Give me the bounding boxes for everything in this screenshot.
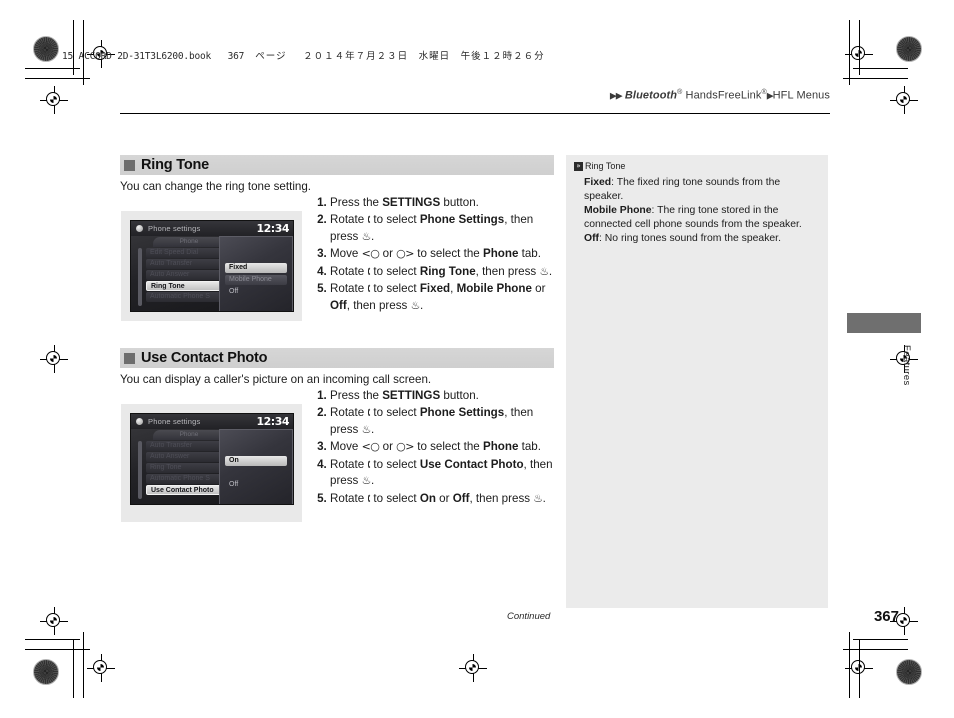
- step-item: Move <○ or ○> to select the Phone tab.: [330, 439, 562, 455]
- breadcrumb-hfl: HandsFreeLink: [682, 89, 762, 102]
- print-page-num: 367: [227, 51, 245, 62]
- print-info-line: 15 ACCORD 2D-31T3L6200.book 367 ページ ２０１４…: [62, 48, 545, 62]
- breadcrumb-bluetooth: Bluetooth: [624, 89, 678, 102]
- note-line: Fixed: The fixed ring tone sounds from t…: [584, 177, 781, 202]
- popup-option[interactable]: Off: [225, 480, 287, 490]
- section-intro-ring-tone: You can change the ring tone setting.: [120, 180, 312, 193]
- breadcrumb-last: HFL Menus: [772, 89, 830, 102]
- manual-page: 15 ACCORD 2D-31T3L6200.book 367 ページ ２０１４…: [0, 0, 954, 718]
- crop-line-br-h2: [843, 649, 908, 650]
- popup-option[interactable]: Off: [225, 287, 287, 297]
- crop-line-tr-v2: [849, 20, 850, 85]
- page-number: 367: [873, 608, 899, 625]
- section-heading-ring-tone: Ring Tone: [120, 155, 554, 175]
- nav-popup-options: On Off: [219, 429, 293, 504]
- crop-line-tr-h: [853, 68, 908, 69]
- section-heading-use-contact-photo: Use Contact Photo: [120, 348, 554, 368]
- step-item: Press the SETTINGS button.: [330, 388, 562, 404]
- nav-popup-options: Fixed Mobile Phone Off: [219, 236, 293, 311]
- nav-display-clock: 12:34: [256, 222, 289, 235]
- crop-line-tl-h: [25, 68, 80, 69]
- phone-icon: [136, 225, 143, 232]
- halftone-target-bottom-left: [33, 659, 59, 685]
- crop-line-bl-h2: [25, 649, 90, 650]
- note-line: Off: No ring tones sound from the speake…: [584, 232, 781, 244]
- halftone-target-top-right: [896, 36, 922, 62]
- note-line: Mobile Phone: The ring tone stored in th…: [584, 204, 802, 230]
- phone-icon: [136, 418, 143, 425]
- section-title: Use Contact Photo: [141, 350, 268, 366]
- breadcrumb: ▶▶ Bluetooth® HandsFreeLink®▶HFL Menus: [520, 89, 830, 107]
- step-item: Rotate 🕻 to select Ring Tone, then press…: [330, 264, 562, 280]
- scrollbar[interactable]: [138, 441, 142, 499]
- step-item: Rotate 🕻 to select Use Contact Photo, th…: [330, 457, 562, 490]
- registration-mark-bottom-center: [459, 654, 487, 682]
- header-rule: [120, 113, 830, 114]
- popup-option[interactable]: Mobile Phone: [225, 275, 287, 285]
- registration-mark-left-lower: [40, 607, 68, 635]
- registration-mark-left-upper: [40, 86, 68, 114]
- note-title-row: » Ring Tone: [574, 161, 820, 171]
- nav-tab-phone[interactable]: Phone: [153, 430, 225, 440]
- step-item: Rotate 🕻 to select Phone Settings, then …: [330, 405, 562, 438]
- nav-display-clock: 12:34: [256, 415, 289, 428]
- note-body: Fixed: The fixed ring tone sounds from t…: [574, 176, 820, 246]
- note-marker-icon: »: [574, 161, 583, 171]
- registration-mark-left-middle: [40, 345, 68, 373]
- crop-line-tl-h2: [25, 78, 90, 79]
- halftone-target-bottom-right: [896, 659, 922, 685]
- steps-ring-tone: Press the SETTINGS button. Rotate 🕻 to s…: [312, 195, 562, 315]
- popup-option-selected[interactable]: Fixed: [225, 263, 287, 273]
- crop-line-br-v2: [849, 632, 850, 698]
- crop-line-tr-h2: [843, 78, 908, 79]
- crop-line-br-v: [859, 640, 860, 698]
- step-item: Rotate 🕻 to select Phone Settings, then …: [330, 212, 562, 245]
- print-book-name: 15 ACCORD 2D-31T3L6200.book: [62, 51, 212, 62]
- crop-line-bl-v: [73, 640, 74, 698]
- note-title: Ring Tone: [585, 161, 626, 171]
- popup-option-selected[interactable]: On: [225, 456, 287, 466]
- crop-line-tr-v: [859, 20, 860, 75]
- nav-tab-phone[interactable]: Phone: [153, 237, 225, 247]
- nav-display-title: Phone settings: [148, 417, 201, 426]
- steps-use-contact-photo: Press the SETTINGS button. Rotate 🕻 to s…: [312, 388, 562, 508]
- thumb-index-label: Features: [901, 345, 912, 386]
- nav-screenshot-ring-tone: Phone settings 12:34 Phone Edit Speed Di…: [121, 211, 302, 321]
- print-date: ２０１４年７月２３日 水曜日 午後１２時２６分: [303, 51, 545, 62]
- section-bullet-icon: [124, 352, 135, 364]
- scrollbar[interactable]: [138, 248, 142, 306]
- crop-line-br-h: [853, 639, 908, 640]
- nav-display: Phone settings 12:34 Phone Auto Transfer…: [130, 413, 294, 505]
- step-item: Rotate 🕻 to select Fixed, Mobile Phone o…: [330, 281, 562, 314]
- sidebar-note-panel: » Ring Tone Fixed: The fixed ring tone s…: [566, 155, 828, 608]
- continued-label: Continued: [507, 611, 551, 622]
- step-item: Move <○ or ○> to select the Phone tab.: [330, 246, 562, 262]
- section-bullet-icon: [124, 159, 135, 171]
- breadcrumb-arrow-icon: ▶▶: [609, 90, 623, 101]
- step-item: Press the SETTINGS button.: [330, 195, 562, 211]
- registration-mark-bottom-left: [87, 654, 115, 682]
- halftone-target-top-left: [33, 36, 59, 62]
- section-intro-use-contact-photo: You can display a caller's picture on an…: [120, 373, 432, 386]
- section-title: Ring Tone: [141, 157, 210, 173]
- step-item: Rotate 🕻 to select On or Off, then press…: [330, 491, 562, 507]
- thumb-index-tab: [847, 313, 921, 333]
- crop-line-bl-h: [25, 639, 80, 640]
- nav-display: Phone settings 12:34 Phone Edit Speed Di…: [130, 220, 294, 312]
- registration-mark-right-upper: [890, 86, 918, 114]
- nav-display-title: Phone settings: [148, 224, 201, 233]
- nav-screenshot-use-contact-photo: Phone settings 12:34 Phone Auto Transfer…: [121, 404, 302, 522]
- print-page-unit: ページ: [255, 51, 287, 62]
- crop-line-bl-v2: [83, 632, 84, 698]
